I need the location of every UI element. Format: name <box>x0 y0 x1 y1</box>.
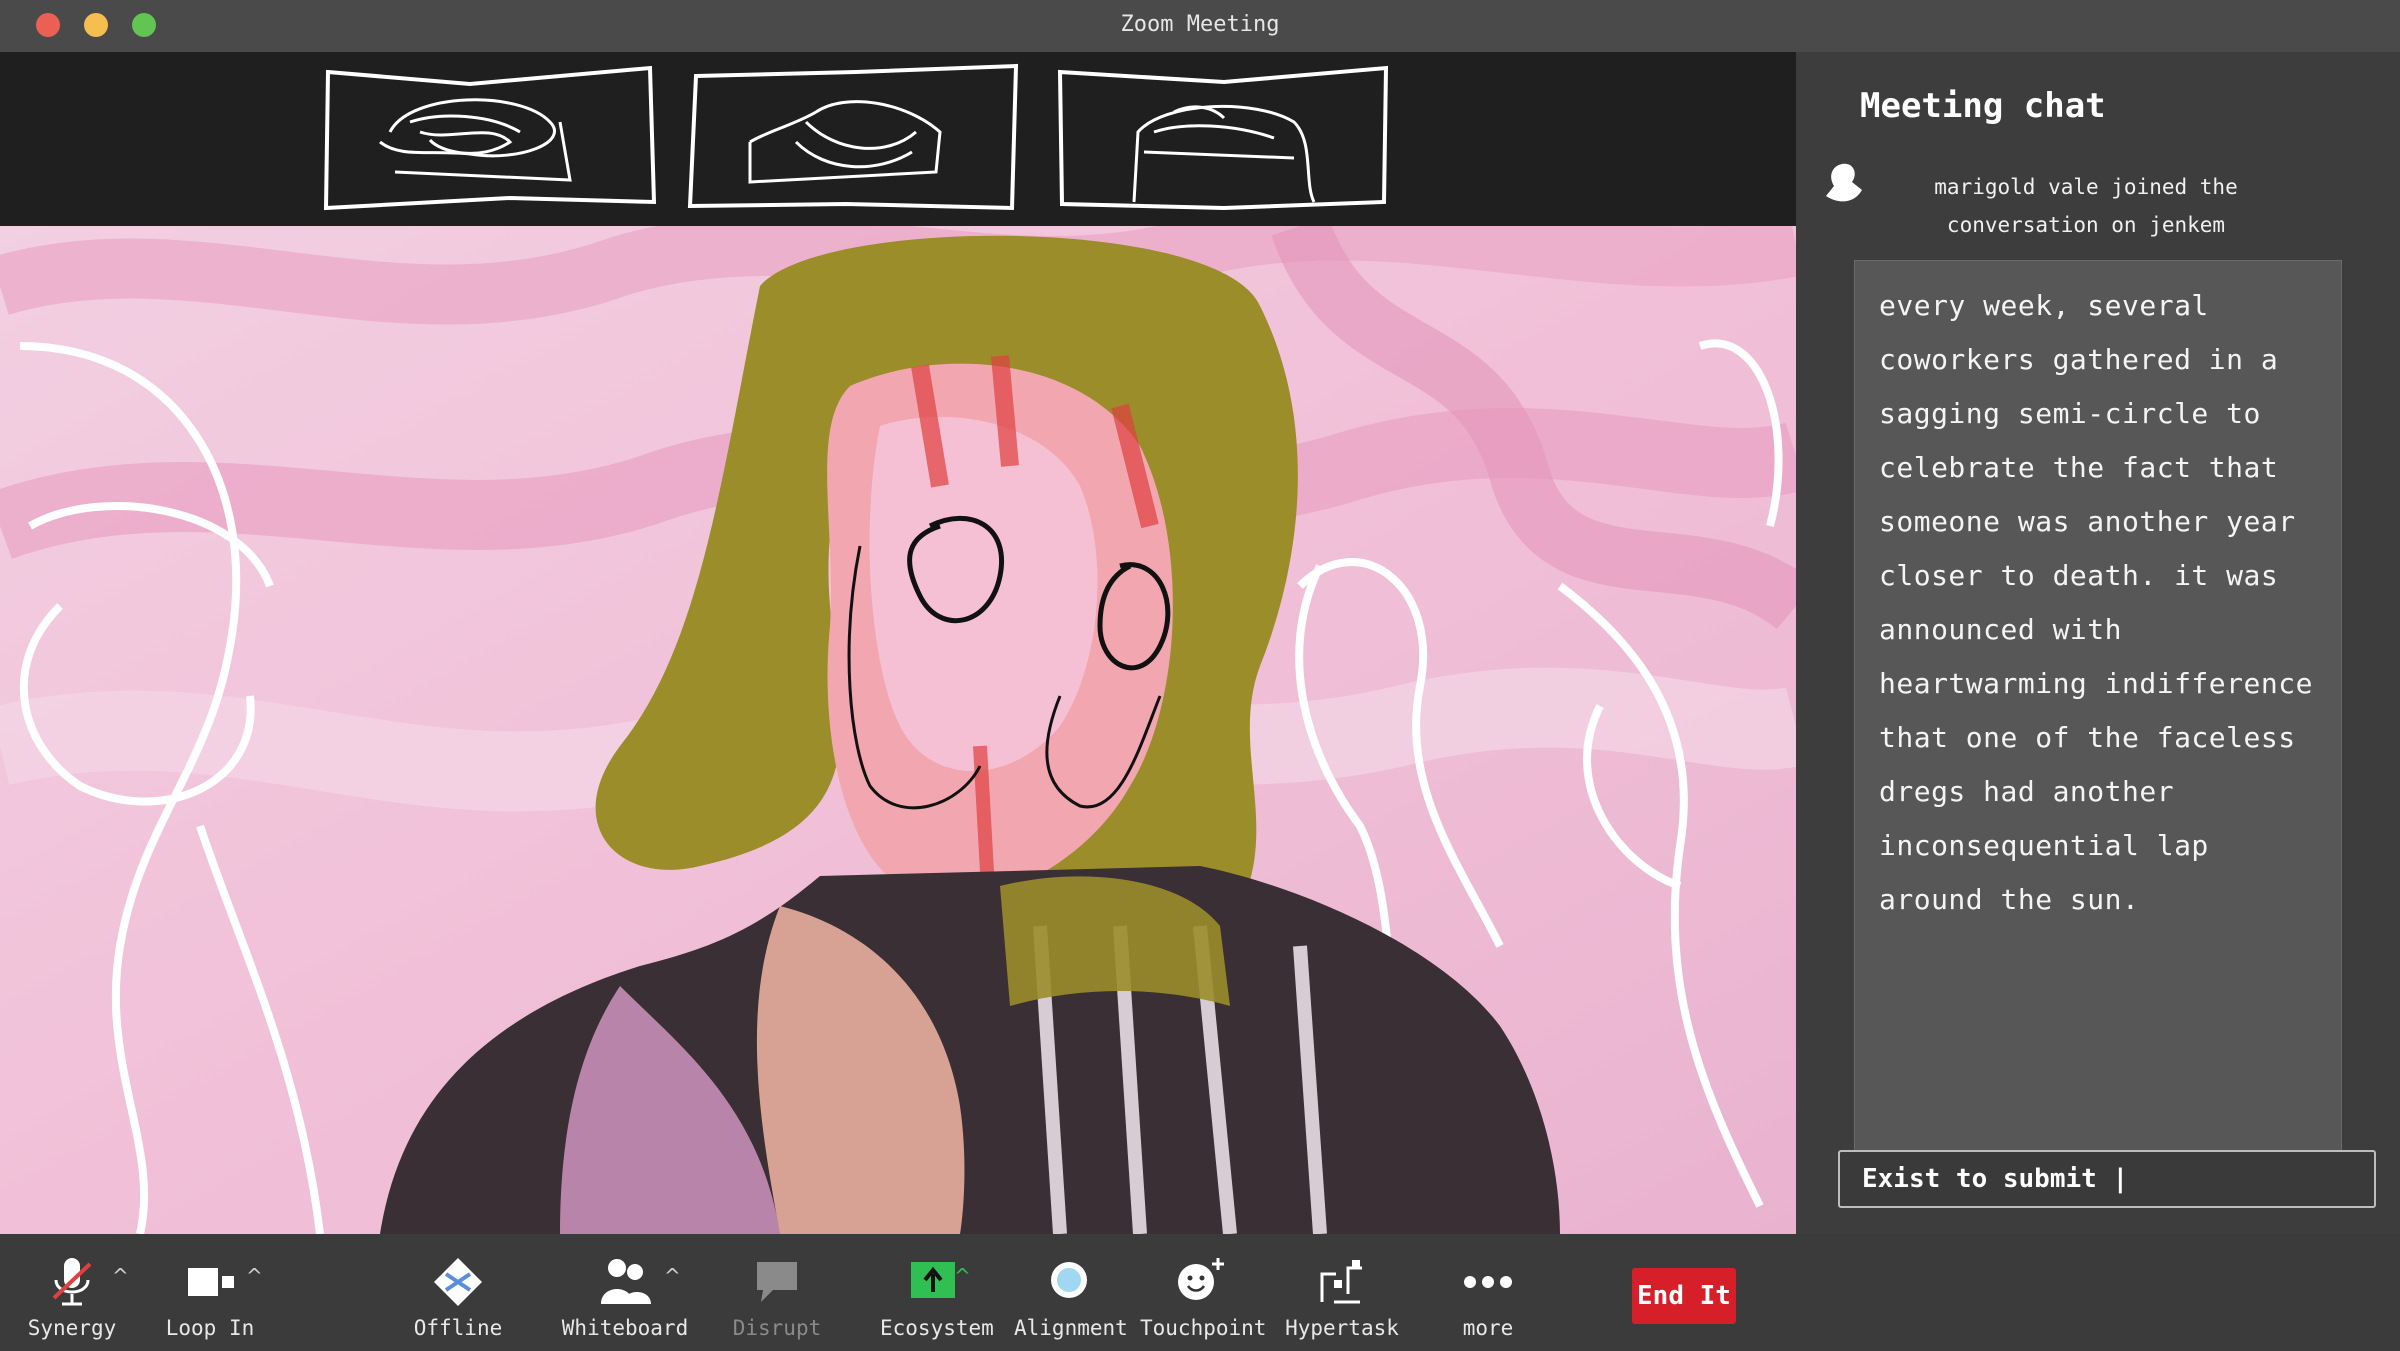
window-title: Zoom Meeting <box>1120 12 1280 37</box>
chat-input-value: Exist to submit | <box>1862 1164 2129 1194</box>
whiteboard-options-chevron-icon[interactable]: ^ <box>664 1264 684 1288</box>
participant-thumbnail[interactable] <box>320 62 660 212</box>
title-bar: Zoom Meeting <box>0 0 2400 52</box>
hypertask-button[interactable]: Hypertask <box>1280 1254 1404 1340</box>
disrupt-button[interactable]: Disrupt <box>722 1254 832 1340</box>
synergy-label: Synergy <box>27 1316 117 1340</box>
meeting-toolbar: Synergy ^ Loop In ^ Offline Whiteboard ^… <box>0 1234 2400 1351</box>
more-button[interactable]: more <box>1438 1254 1538 1340</box>
smiley-plus-icon <box>1178 1258 1224 1300</box>
participant-strip <box>0 52 1796 228</box>
participant-thumbnail[interactable] <box>686 62 1026 212</box>
join-notice: marigold vale joined the conversation on… <box>1934 175 2238 237</box>
video-camera-icon <box>188 1268 234 1296</box>
chat-panel: Meeting chat marigold vale joined the co… <box>1796 52 2400 1234</box>
chat-title: Meeting chat <box>1860 86 2106 126</box>
loop-in-options-chevron-icon[interactable]: ^ <box>246 1264 266 1288</box>
ecosystem-label: Ecosystem <box>880 1316 994 1340</box>
participants-icon <box>601 1259 651 1304</box>
chat-message: every week, several coworkers gathered i… <box>1879 289 2313 916</box>
loop-in-button[interactable]: Loop In <box>160 1254 260 1340</box>
more-label: more <box>1462 1316 1514 1340</box>
loop-in-label: Loop In <box>165 1316 255 1340</box>
offline-button[interactable]: Offline <box>408 1254 508 1340</box>
apps-icon <box>1320 1260 1362 1304</box>
end-meeting-button[interactable]: End It <box>1632 1268 1736 1324</box>
speech-bubble-icon <box>757 1262 797 1302</box>
offline-label: Offline <box>413 1316 503 1340</box>
synergy-button[interactable]: Synergy <box>22 1254 122 1340</box>
user-joined-icon <box>1826 163 1862 202</box>
touchpoint-button[interactable]: Touchpoint <box>1140 1254 1267 1340</box>
chat-message-box: every week, several coworkers gathered i… <box>1854 260 2342 1182</box>
disrupt-label: Disrupt <box>732 1316 822 1340</box>
speaker-video-image <box>0 226 1796 1234</box>
muted-microphone-icon <box>52 1258 92 1306</box>
ecosystem-options-chevron-icon[interactable]: ^ <box>954 1264 974 1288</box>
alignment-button[interactable]: Alignment <box>1014 1254 1128 1340</box>
main-video-feed <box>0 226 1796 1234</box>
whiteboard-label: Whiteboard <box>561 1316 689 1340</box>
hypertask-label: Hypertask <box>1285 1316 1399 1340</box>
diamond-icon <box>434 1258 482 1306</box>
touchpoint-label: Touchpoint <box>1140 1316 1267 1340</box>
bubble-icon <box>1051 1262 1087 1298</box>
synergy-options-chevron-icon[interactable]: ^ <box>112 1264 132 1288</box>
dots-icon <box>1464 1276 1512 1288</box>
chat-input[interactable]: Exist to submit | <box>1838 1150 2376 1208</box>
alignment-label: Alignment <box>1014 1316 1128 1340</box>
participant-thumbnail[interactable] <box>1054 62 1394 212</box>
